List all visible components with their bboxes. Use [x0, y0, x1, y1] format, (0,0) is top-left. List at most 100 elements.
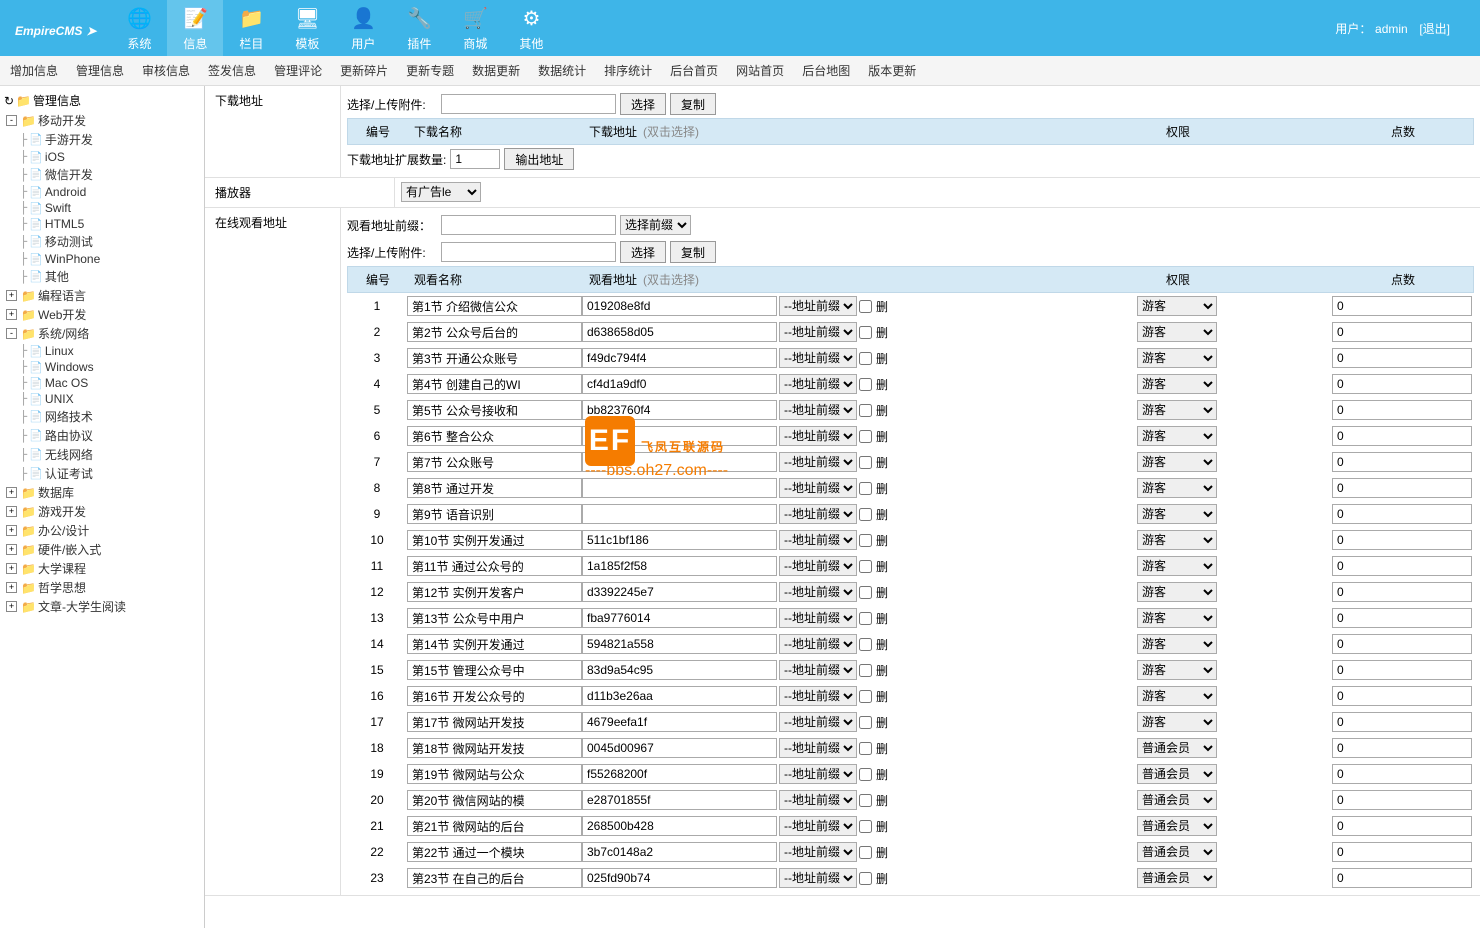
tree-item[interactable]: ├ 📄UNIX	[0, 391, 204, 407]
subnav-item[interactable]: 管理评论	[274, 62, 322, 79]
name-input[interactable]	[407, 712, 582, 732]
pts-input[interactable]	[1332, 400, 1472, 420]
upload-path-input-2[interactable]	[441, 242, 616, 262]
nav-shop[interactable]: 🛒商城	[447, 0, 503, 56]
perm-select[interactable]: 游客	[1137, 608, 1217, 628]
tree-item[interactable]: ├ 📄路由协议	[0, 426, 204, 445]
perm-select[interactable]: 游客	[1137, 296, 1217, 316]
addr-input[interactable]	[582, 400, 777, 420]
expand-icon[interactable]: +	[6, 309, 17, 320]
copy-button[interactable]: 复制	[670, 93, 716, 115]
name-input[interactable]	[407, 530, 582, 550]
subnav-item[interactable]: 数据统计	[538, 62, 586, 79]
tree-item[interactable]: +📁游戏开发	[0, 502, 204, 521]
del-checkbox[interactable]	[859, 456, 872, 469]
del-checkbox[interactable]	[859, 300, 872, 313]
nav-plugin[interactable]: 🔧插件	[391, 0, 447, 56]
output-address-button[interactable]: 输出地址	[504, 148, 574, 170]
subnav-item[interactable]: 后台首页	[670, 62, 718, 79]
expand-icon[interactable]: -	[6, 115, 17, 126]
pts-input[interactable]	[1332, 712, 1472, 732]
subnav-item[interactable]: 签发信息	[208, 62, 256, 79]
name-input[interactable]	[407, 452, 582, 472]
addr-input[interactable]	[582, 790, 777, 810]
perm-select[interactable]: 游客	[1137, 712, 1217, 732]
tree-item[interactable]: ├ 📄网络技术	[0, 407, 204, 426]
addr-input[interactable]	[582, 556, 777, 576]
addr-input[interactable]	[582, 374, 777, 394]
pts-input[interactable]	[1332, 504, 1472, 524]
pts-input[interactable]	[1332, 686, 1472, 706]
pts-input[interactable]	[1332, 660, 1472, 680]
tree-item[interactable]: ├ 📄Swift	[0, 200, 204, 216]
nav-info[interactable]: 📝信息	[167, 0, 223, 56]
addr-prefix-select[interactable]: --地址前缀--	[779, 478, 857, 498]
tree-item[interactable]: ├ 📄微信开发	[0, 165, 204, 184]
addr-input[interactable]	[582, 348, 777, 368]
addr-prefix-select[interactable]: --地址前缀--	[779, 504, 857, 524]
perm-select[interactable]: 游客	[1137, 374, 1217, 394]
name-input[interactable]	[407, 816, 582, 836]
name-input[interactable]	[407, 738, 582, 758]
addr-input[interactable]	[582, 686, 777, 706]
tree-item[interactable]: ├ 📄HTML5	[0, 216, 204, 232]
addr-prefix-select[interactable]: --地址前缀--	[779, 790, 857, 810]
addr-prefix-select[interactable]: --地址前缀--	[779, 816, 857, 836]
perm-select[interactable]: 普通会员	[1137, 738, 1217, 758]
name-input[interactable]	[407, 478, 582, 498]
pts-input[interactable]	[1332, 764, 1472, 784]
name-input[interactable]	[407, 686, 582, 706]
addr-prefix-select[interactable]: --地址前缀--	[779, 842, 857, 862]
del-checkbox[interactable]	[859, 664, 872, 677]
perm-select[interactable]: 游客	[1137, 504, 1217, 524]
logout-link[interactable]: [退出]	[1419, 22, 1450, 36]
name-input[interactable]	[407, 608, 582, 628]
name-input[interactable]	[407, 764, 582, 784]
nav-template[interactable]: 🖥模板	[279, 0, 335, 56]
tree-item[interactable]: ├ 📄Mac OS	[0, 375, 204, 391]
addr-prefix-select[interactable]: --地址前缀--	[779, 452, 857, 472]
perm-select[interactable]: 游客	[1137, 582, 1217, 602]
del-checkbox[interactable]	[859, 820, 872, 833]
addr-prefix-select[interactable]: --地址前缀--	[779, 348, 857, 368]
tree-item[interactable]: +📁数据库	[0, 483, 204, 502]
name-input[interactable]	[407, 348, 582, 368]
expand-icon[interactable]: +	[6, 601, 17, 612]
del-checkbox[interactable]	[859, 534, 872, 547]
perm-select[interactable]: 游客	[1137, 400, 1217, 420]
addr-input[interactable]	[582, 504, 777, 524]
copy-button-2[interactable]: 复制	[670, 241, 716, 263]
tree-item[interactable]: ├ 📄移动测试	[0, 232, 204, 251]
nav-system[interactable]: 🌐系统	[111, 0, 167, 56]
addr-prefix-select[interactable]: --地址前缀--	[779, 712, 857, 732]
select-button-2[interactable]: 选择	[620, 241, 666, 263]
pts-input[interactable]	[1332, 296, 1472, 316]
subnav-item[interactable]: 审核信息	[142, 62, 190, 79]
pts-input[interactable]	[1332, 374, 1472, 394]
addr-prefix-select[interactable]: --地址前缀--	[779, 634, 857, 654]
addr-input[interactable]	[582, 608, 777, 628]
name-input[interactable]	[407, 582, 582, 602]
perm-select[interactable]: 普通会员	[1137, 816, 1217, 836]
del-checkbox[interactable]	[859, 508, 872, 521]
tree-item[interactable]: +📁办公/设计	[0, 521, 204, 540]
expand-icon[interactable]: +	[6, 487, 17, 498]
del-checkbox[interactable]	[859, 378, 872, 391]
tree-item[interactable]: +📁Web开发	[0, 305, 204, 324]
addr-input[interactable]	[582, 842, 777, 862]
pts-input[interactable]	[1332, 790, 1472, 810]
tree-item[interactable]: +📁硬件/嵌入式	[0, 540, 204, 559]
subnav-item[interactable]: 排序统计	[604, 62, 652, 79]
subnav-item[interactable]: 管理信息	[76, 62, 124, 79]
upload-path-input[interactable]	[441, 94, 616, 114]
subnav-item[interactable]: 数据更新	[472, 62, 520, 79]
name-input[interactable]	[407, 374, 582, 394]
del-checkbox[interactable]	[859, 352, 872, 365]
tree-item[interactable]: ├ 📄认证考试	[0, 464, 204, 483]
name-input[interactable]	[407, 504, 582, 524]
pts-input[interactable]	[1332, 738, 1472, 758]
name-input[interactable]	[407, 842, 582, 862]
del-checkbox[interactable]	[859, 716, 872, 729]
addr-input[interactable]	[582, 322, 777, 342]
del-checkbox[interactable]	[859, 404, 872, 417]
